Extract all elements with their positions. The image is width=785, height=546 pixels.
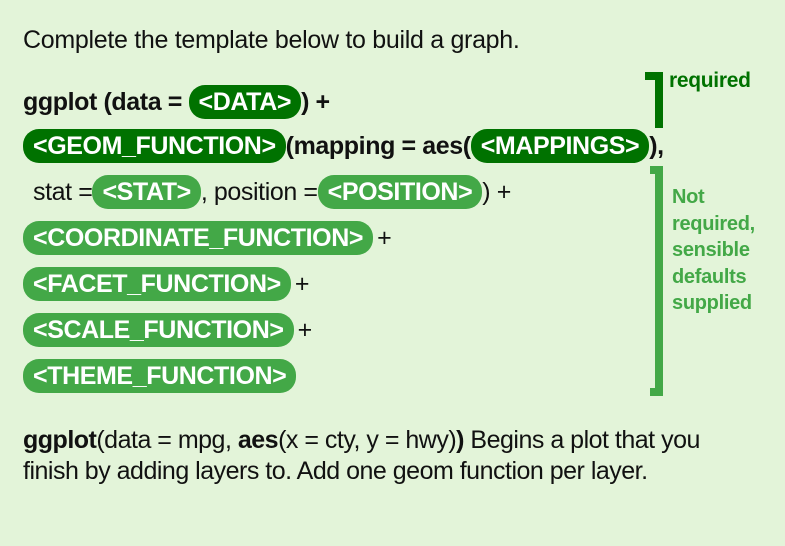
ggplot-fn: ggplot	[23, 426, 97, 454]
mappings-placeholder: <MAPPINGS>	[470, 129, 650, 163]
stat-placeholder: <STAT>	[92, 175, 201, 209]
position-label: , position =	[200, 177, 318, 206]
position-placeholder: <POSITION>	[317, 175, 483, 209]
ggplot-description: ggplot(data = mpg, aes(x = cty, y = hwy)…	[23, 425, 723, 487]
scale-function-placeholder: <SCALE_FUNCTION>	[23, 313, 294, 347]
optional-label: Not required, sensible defaults supplied	[672, 186, 755, 314]
mapping-aes: (mapping = aes(	[285, 131, 471, 160]
template-line-theme: <THEME_FUNCTION>	[23, 358, 297, 394]
required-bracket	[645, 72, 663, 128]
template-line-stat-position: stat = <STAT> , position = <POSITION> ) …	[33, 174, 511, 210]
close-paren: )	[456, 426, 464, 454]
data-arg: (data = mpg,	[96, 426, 238, 454]
required-label: required	[669, 69, 751, 92]
data-placeholder: <DATA>	[188, 85, 302, 119]
template-line-coordinate: <COORDINATE_FUNCTION> +	[23, 220, 392, 256]
facet-function-placeholder: <FACET_FUNCTION>	[23, 267, 291, 301]
plus-sign: +	[294, 269, 310, 298]
template-line-scale: <SCALE_FUNCTION> +	[23, 312, 312, 348]
intro-text: Complete the template below to build a g…	[23, 26, 520, 54]
theme-function-placeholder: <THEME_FUNCTION>	[23, 359, 297, 393]
geom-function-placeholder: <GEOM_FUNCTION>	[23, 129, 286, 163]
stat-label: stat =	[33, 177, 93, 206]
stat-position-close: ) +	[482, 177, 511, 206]
aes-args: (x = cty, y = hwy)	[278, 426, 457, 454]
plus-sign: +	[297, 315, 313, 344]
coordinate-function-placeholder: <COORDINATE_FUNCTION>	[23, 221, 374, 255]
template-line-geom: <GEOM_FUNCTION> (mapping = aes( <MAPPING…	[23, 128, 664, 164]
ggplot-call: ggplot (data =	[23, 87, 189, 116]
plus-sign: +	[377, 223, 392, 252]
ggplot-close: ) +	[301, 87, 330, 116]
optional-bracket	[650, 166, 663, 396]
template-line-facet: <FACET_FUNCTION> +	[23, 266, 309, 302]
geom-close: ),	[649, 131, 664, 160]
aes-fn: aes	[237, 426, 279, 454]
template-line-ggplot: ggplot (data = <DATA> ) +	[23, 84, 330, 120]
